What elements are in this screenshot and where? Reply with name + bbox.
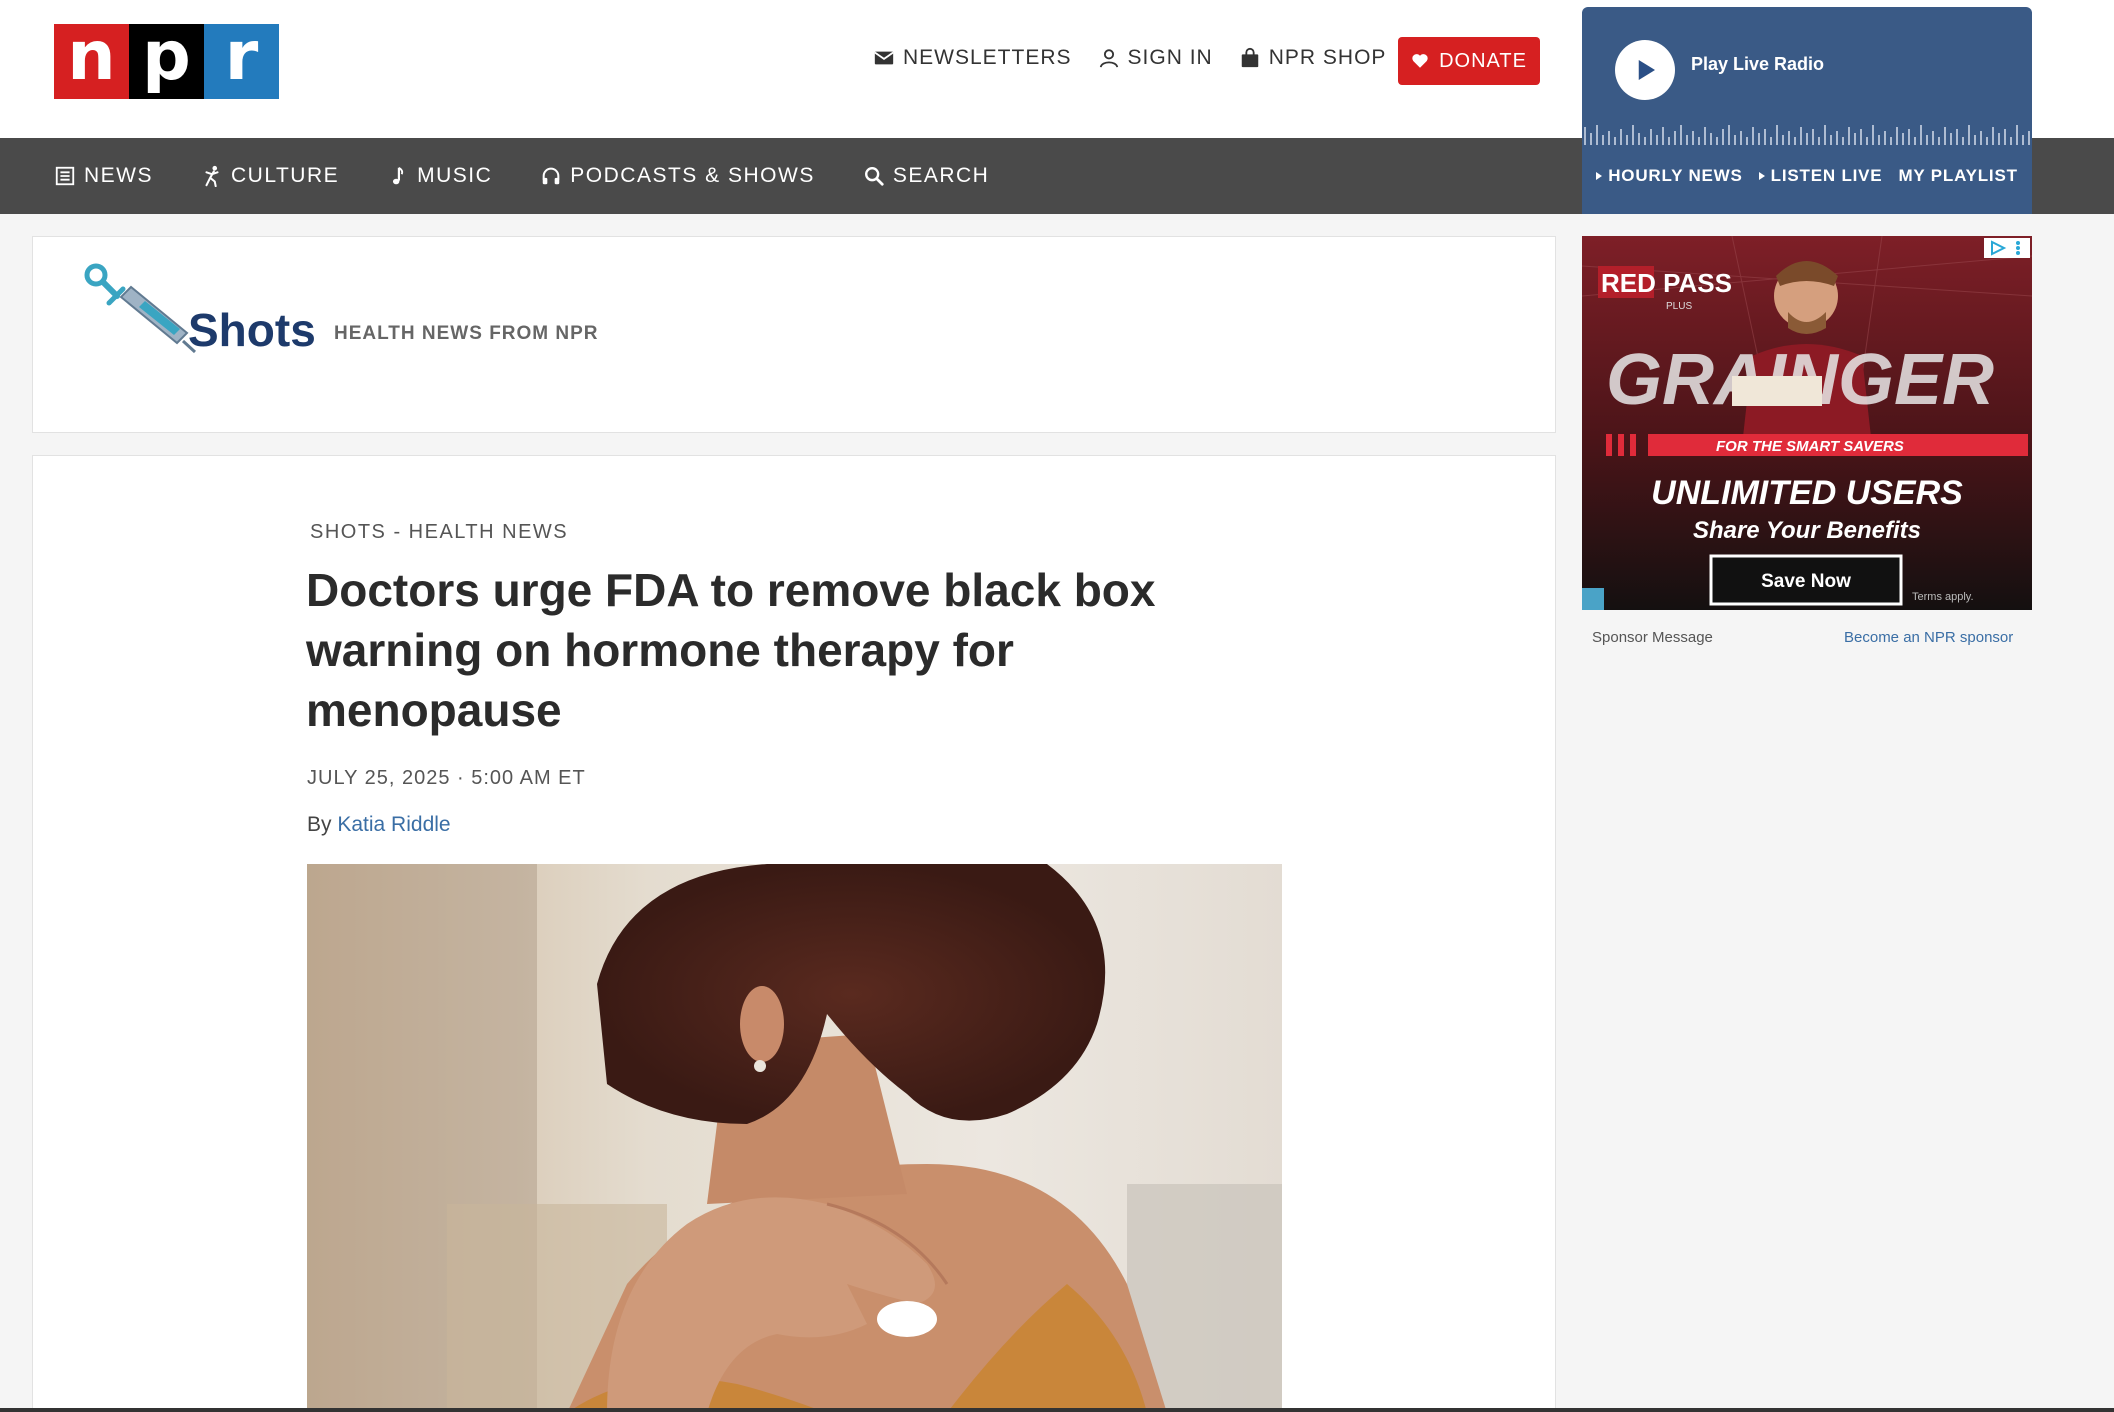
ad-subhead: Share Your Benefits — [1693, 517, 1921, 544]
ad-tagline: FOR THE SMART SAVERS — [1716, 438, 1904, 455]
nav-podcasts-label: PODCASTS & SHOWS — [570, 164, 815, 187]
article-dateline: JULY 25, 2025 · 5:00 AM ET — [307, 767, 586, 789]
nav-search[interactable]: SEARCH — [863, 164, 990, 188]
ad-choices-icon[interactable] — [1984, 238, 2030, 258]
culture-icon — [205, 165, 219, 187]
byline-prefix: By — [307, 813, 332, 836]
envelope-icon — [874, 51, 894, 65]
sponsor-message-label: Sponsor Message — [1592, 629, 1713, 646]
user-icon — [1099, 49, 1118, 68]
ad-info-icon[interactable] — [1582, 588, 1604, 610]
hero-image — [307, 864, 1282, 1412]
author-link[interactable]: Katia Riddle — [337, 813, 450, 836]
shopping-bag-icon — [1241, 47, 1258, 68]
nav-news[interactable]: NEWS — [54, 164, 153, 188]
news-icon — [55, 166, 75, 186]
shots-banner[interactable]: Shots HEALTH NEWS FROM NPR — [32, 236, 1556, 433]
triangle-right-icon — [1596, 172, 1603, 180]
sign-in-label: SIGN IN — [1127, 46, 1213, 69]
triangle-right-icon — [1758, 172, 1765, 180]
newsletters-label: NEWSLETTERS — [903, 46, 1072, 69]
npr-shop-label: NPR SHOP — [1268, 46, 1387, 69]
article-headline: Doctors urge FDA to remove black box war… — [306, 564, 1156, 736]
play-live-radio-label[interactable]: Play Live Radio — [1691, 54, 1824, 75]
sign-in-link[interactable]: SIGN IN — [1098, 46, 1213, 70]
my-playlist-label: MY PLAYLIST — [1898, 166, 2018, 185]
logo-letter-n: n — [54, 22, 129, 99]
radio-links: HOURLY NEWS LISTEN LIVE MY PLAYLIST — [1582, 138, 2032, 214]
search-icon — [864, 167, 884, 186]
bottom-border — [0, 1408, 2114, 1412]
nav-music[interactable]: MUSIC — [387, 164, 492, 188]
ad-terms: Terms apply. — [1912, 591, 1974, 603]
listen-live-label: LISTEN LIVE — [1770, 166, 1883, 185]
logo-letter-r: r — [204, 22, 279, 99]
article-kicker[interactable]: SHOTS - HEALTH NEWS — [310, 521, 568, 544]
nav-search-label: SEARCH — [892, 164, 990, 187]
my-playlist-link[interactable]: MY PLAYLIST — [1898, 166, 2017, 186]
music-note-icon — [393, 166, 404, 185]
npr-shop-link[interactable]: NPR SHOP — [1239, 46, 1387, 70]
newsletters-link[interactable]: NEWSLETTERS — [873, 46, 1072, 70]
shots-subtitle: HEALTH NEWS FROM NPR — [334, 323, 599, 344]
utility-nav: NEWSLETTERS SIGN IN NPR SHOP — [873, 46, 1386, 70]
nav-culture[interactable]: CULTURE — [201, 164, 339, 188]
ad-cta-label: Save Now — [1761, 571, 1851, 592]
ad-brand-top: RED PASS — [1601, 268, 1732, 298]
shots-title: Shots — [188, 304, 316, 356]
article-card: SHOTS - HEALTH NEWS Doctors urge FDA to … — [32, 455, 1556, 1412]
main-nav: NEWS CULTURE MUSIC PODCASTS & SHOWS SEAR… — [54, 138, 989, 214]
ad-headline: UNLIMITED USERS — [1651, 474, 1963, 512]
play-live-radio-button[interactable] — [1615, 40, 1675, 100]
donate-label: DONATE — [1439, 49, 1527, 72]
live-radio-widget: Play Live Radio HOURLY NEWS LISTEN LIVE … — [1582, 7, 2032, 214]
nav-news-label: NEWS — [84, 164, 153, 187]
hourly-news-label: HOURLY NEWS — [1608, 166, 1743, 185]
logo-letter-p: p — [129, 22, 204, 99]
headphones-icon — [542, 167, 560, 185]
become-sponsor-link[interactable]: Become an NPR sponsor — [1844, 629, 2013, 646]
nav-culture-label: CULTURE — [231, 164, 340, 187]
listen-live-link[interactable]: LISTEN LIVE — [1758, 166, 1883, 186]
ad-brand-plus: PLUS — [1666, 301, 1692, 312]
play-icon — [1638, 60, 1655, 80]
nav-podcasts-shows[interactable]: PODCASTS & SHOWS — [540, 164, 815, 188]
hourly-news-link[interactable]: HOURLY NEWS — [1596, 166, 1742, 186]
heart-icon — [1412, 54, 1428, 68]
advertisement-banner[interactable]: RED PASS PLUS GRAINGER FOR THE SMART SAV… — [1582, 236, 2032, 610]
nav-music-label: MUSIC — [417, 164, 493, 187]
article-byline: By Katia Riddle — [307, 813, 451, 837]
npr-logo[interactable]: n p r — [54, 22, 279, 99]
donate-button[interactable]: DONATE — [1398, 37, 1540, 85]
